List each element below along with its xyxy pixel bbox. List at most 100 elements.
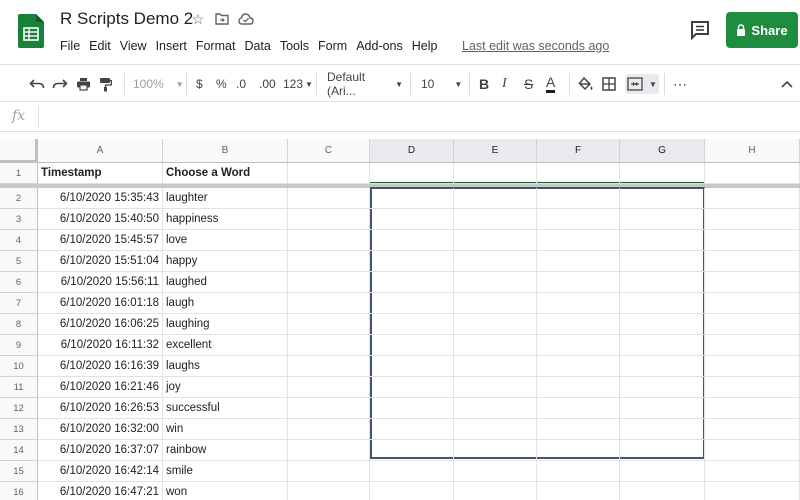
grid-cell[interactable] <box>288 272 370 293</box>
font-size-select[interactable]: 10 ▼ <box>421 74 462 94</box>
timestamp-cell[interactable]: 6/10/2020 16:47:21 <box>38 482 163 500</box>
row-header[interactable]: 3 <box>0 209 38 230</box>
row-header[interactable]: 16 <box>0 482 38 500</box>
grid-cell[interactable] <box>620 293 705 314</box>
grid-cell[interactable] <box>620 419 705 440</box>
grid-cell[interactable] <box>288 440 370 461</box>
menu-file[interactable]: File <box>60 39 80 53</box>
grid-cell[interactable] <box>705 163 800 184</box>
grid-cell[interactable] <box>537 356 620 377</box>
word-cell[interactable]: laughing <box>163 314 288 335</box>
borders-icon[interactable] <box>602 74 616 94</box>
sheets-logo-icon[interactable] <box>18 14 44 48</box>
grid-cell[interactable] <box>705 188 800 209</box>
grid-cell[interactable] <box>454 335 537 356</box>
row-header[interactable]: 12 <box>0 398 38 419</box>
row-header[interactable]: 13 <box>0 419 38 440</box>
menu-form[interactable]: Form <box>318 39 347 53</box>
grid-cell[interactable] <box>537 398 620 419</box>
cloud-status-icon[interactable] <box>238 11 254 27</box>
column-header-f[interactable]: F <box>537 139 620 163</box>
menu-tools[interactable]: Tools <box>280 39 309 53</box>
grid-cell[interactable] <box>705 377 800 398</box>
grid-cell[interactable] <box>454 482 537 500</box>
row-header[interactable]: 11 <box>0 377 38 398</box>
menu-view[interactable]: View <box>120 39 147 53</box>
grid-cell[interactable] <box>620 230 705 251</box>
currency-format-button[interactable]: $ <box>196 74 203 94</box>
grid-cell[interactable] <box>620 163 705 184</box>
word-cell[interactable]: excellent <box>163 335 288 356</box>
font-select[interactable]: Default (Ari... ▼ <box>327 70 403 98</box>
timestamp-cell[interactable]: 6/10/2020 16:37:07 <box>38 440 163 461</box>
row-header[interactable]: 4 <box>0 230 38 251</box>
header-cell-timestamp[interactable]: Timestamp <box>38 163 163 184</box>
row-header[interactable]: 2 <box>0 188 38 209</box>
timestamp-cell[interactable]: 6/10/2020 15:40:50 <box>38 209 163 230</box>
collapse-menus-icon[interactable] <box>781 74 793 94</box>
grid-cell[interactable] <box>370 209 454 230</box>
grid-cell[interactable] <box>705 209 800 230</box>
grid-cell[interactable] <box>620 251 705 272</box>
column-header-e[interactable]: E <box>454 139 537 163</box>
grid-cell[interactable] <box>705 272 800 293</box>
grid-cell[interactable] <box>370 356 454 377</box>
row-header[interactable]: 7 <box>0 293 38 314</box>
row-header[interactable]: 1 <box>0 163 38 184</box>
grid-cell[interactable] <box>288 230 370 251</box>
grid-cell[interactable] <box>454 314 537 335</box>
grid-cell[interactable] <box>370 335 454 356</box>
grid-cell[interactable] <box>705 251 800 272</box>
menu-format[interactable]: Format <box>196 39 236 53</box>
grid-cell[interactable] <box>620 188 705 209</box>
grid-cell[interactable] <box>537 163 620 184</box>
grid-cell[interactable] <box>288 251 370 272</box>
grid-cell[interactable] <box>370 314 454 335</box>
menu-edit[interactable]: Edit <box>89 39 111 53</box>
word-cell[interactable]: smile <box>163 461 288 482</box>
timestamp-cell[interactable]: 6/10/2020 16:16:39 <box>38 356 163 377</box>
grid-cell[interactable] <box>537 188 620 209</box>
grid-cell[interactable] <box>620 209 705 230</box>
merge-cells-icon[interactable]: ▼ <box>625 74 659 94</box>
menu-help[interactable]: Help <box>412 39 438 53</box>
grid-cell[interactable] <box>454 163 537 184</box>
grid-cell[interactable] <box>454 188 537 209</box>
grid-cell[interactable] <box>705 356 800 377</box>
grid-cell[interactable] <box>370 482 454 500</box>
grid-cell[interactable] <box>454 440 537 461</box>
word-cell[interactable]: joy <box>163 377 288 398</box>
timestamp-cell[interactable]: 6/10/2020 15:35:43 <box>38 188 163 209</box>
grid-cell[interactable] <box>705 230 800 251</box>
grid-cell[interactable] <box>370 377 454 398</box>
grid-cell[interactable] <box>705 461 800 482</box>
undo-icon[interactable] <box>29 74 45 94</box>
grid-cell[interactable] <box>454 209 537 230</box>
menu-data[interactable]: Data <box>244 39 270 53</box>
star-icon[interactable]: ☆ <box>190 11 206 27</box>
share-button[interactable]: Share <box>726 12 798 48</box>
grid-cell[interactable] <box>288 293 370 314</box>
word-cell[interactable]: win <box>163 419 288 440</box>
column-header-b[interactable]: B <box>163 139 288 163</box>
grid-cell[interactable] <box>370 188 454 209</box>
word-cell[interactable]: rainbow <box>163 440 288 461</box>
grid-cell[interactable] <box>288 209 370 230</box>
grid-cell[interactable] <box>705 335 800 356</box>
grid-cell[interactable] <box>620 482 705 500</box>
timestamp-cell[interactable]: 6/10/2020 15:56:11 <box>38 272 163 293</box>
row-header[interactable]: 5 <box>0 251 38 272</box>
italic-button[interactable]: I <box>502 74 507 94</box>
grid-cell[interactable] <box>370 419 454 440</box>
grid-cell[interactable] <box>620 356 705 377</box>
fill-color-icon[interactable] <box>578 74 594 94</box>
grid-cell[interactable] <box>537 377 620 398</box>
grid-cell[interactable] <box>454 377 537 398</box>
select-all-corner[interactable] <box>0 139 38 163</box>
grid-cell[interactable] <box>288 314 370 335</box>
grid-cell[interactable] <box>288 461 370 482</box>
comment-history-icon[interactable] <box>690 20 710 40</box>
grid-cell[interactable] <box>620 314 705 335</box>
row-header[interactable]: 15 <box>0 461 38 482</box>
row-header[interactable]: 9 <box>0 335 38 356</box>
